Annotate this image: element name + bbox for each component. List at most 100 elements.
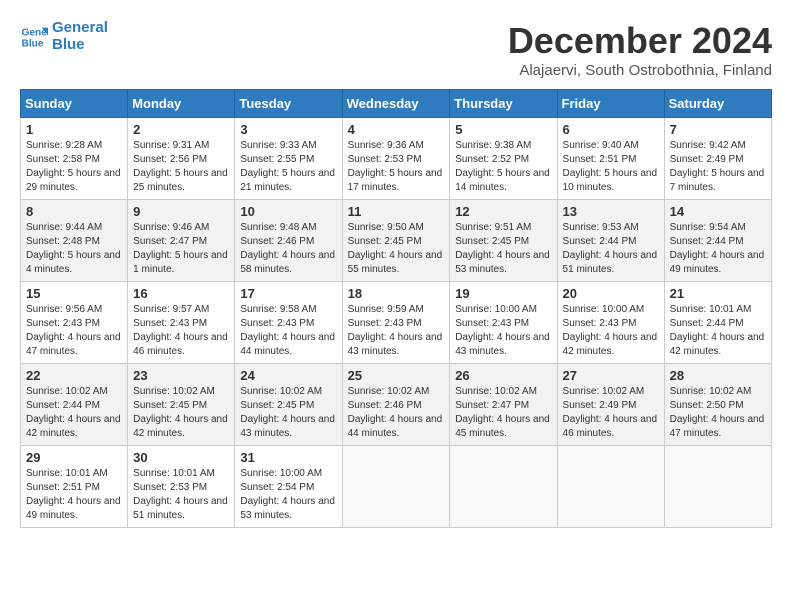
day-number: 10: [240, 204, 336, 219]
day-cell: 30 Sunrise: 10:01 AMSunset: 2:53 PMDaylig…: [128, 446, 235, 528]
logo-blue: Blue: [52, 37, 108, 54]
day-info: Sunrise: 9:50 AMSunset: 2:45 PMDaylight:…: [348, 221, 445, 277]
day-number: 6: [563, 122, 659, 137]
day-cell: 28 Sunrise: 10:02 AMSunset: 2:50 PMDaylig…: [664, 364, 771, 446]
day-cell: 13Sunrise: 9:53 AMSunset: 2:44 PMDayligh…: [557, 200, 664, 282]
day-info: Sunrise: 10:01 AMSunset: 2:51 PMDaylight…: [26, 467, 122, 523]
day-cell: 16 Sunrise: 9:57 AMSunset: 2:43 PMDayligh…: [128, 282, 235, 364]
day-cell: [664, 446, 771, 528]
day-number: 20: [563, 286, 659, 301]
day-cell: 4 Sunrise: 9:36 AMSunset: 2:53 PMDaylight…: [342, 118, 450, 200]
day-info: Sunrise: 9:57 AMSunset: 2:43 PMDaylight:…: [133, 303, 229, 359]
header-day-monday: Monday: [128, 90, 235, 118]
day-cell: 12 Sunrise: 9:51 AMSunset: 2:45 PMDayligh…: [450, 200, 557, 282]
day-number: 7: [670, 122, 766, 137]
calendar-body: 1 Sunrise: 9:28 AMSunset: 2:58 PMDaylight…: [21, 118, 772, 528]
day-number: 28: [670, 368, 766, 383]
day-info: Sunrise: 9:58 AMSunset: 2:43 PMDaylight:…: [240, 303, 336, 359]
day-cell: 27 Sunrise: 10:02 AMSunset: 2:49 PMDaylig…: [557, 364, 664, 446]
day-cell: 3 Sunrise: 9:33 AMSunset: 2:55 PMDaylight…: [235, 118, 342, 200]
day-info: Sunrise: 9:59 AMSunset: 2:43 PMDaylight:…: [348, 303, 445, 359]
day-number: 16: [133, 286, 229, 301]
day-number: 23: [133, 368, 229, 383]
day-info: Sunrise: 10:02 AMSunset: 2:50 PMDaylight…: [670, 385, 766, 441]
day-info: Sunrise: 10:01 AMSunset: 2:44 PMDaylight…: [670, 303, 766, 359]
week-row-2: 8Sunrise: 9:44 AMSunset: 2:48 PMDaylight…: [21, 200, 772, 282]
day-info: Sunrise: 9:46 AMSunset: 2:47 PMDaylight:…: [133, 221, 229, 277]
week-row-3: 15 Sunrise: 9:56 AMSunset: 2:43 PMDayligh…: [21, 282, 772, 364]
day-number: 5: [455, 122, 551, 137]
day-info: Sunrise: 9:31 AMSunset: 2:56 PMDaylight:…: [133, 139, 229, 195]
calendar-header-row: SundayMondayTuesdayWednesdayThursdayFrid…: [21, 90, 772, 118]
day-number: 17: [240, 286, 336, 301]
day-number: 1: [26, 122, 122, 137]
day-info: Sunrise: 9:54 AMSunset: 2:44 PMDaylight:…: [670, 221, 766, 277]
day-info: Sunrise: 10:00 AMSunset: 2:54 PMDaylight…: [240, 467, 336, 523]
day-cell: 29 Sunrise: 10:01 AMSunset: 2:51 PMDaylig…: [21, 446, 128, 528]
day-number: 3: [240, 122, 336, 137]
day-number: 24: [240, 368, 336, 383]
day-number: 22: [26, 368, 122, 383]
day-number: 27: [563, 368, 659, 383]
day-info: Sunrise: 10:02 AMSunset: 2:46 PMDaylight…: [348, 385, 445, 441]
day-info: Sunrise: 10:02 AMSunset: 2:47 PMDaylight…: [455, 385, 551, 441]
day-cell: 9Sunrise: 9:46 AMSunset: 2:47 PMDaylight…: [128, 200, 235, 282]
day-cell: 8Sunrise: 9:44 AMSunset: 2:48 PMDaylight…: [21, 200, 128, 282]
day-cell: 6Sunrise: 9:40 AMSunset: 2:51 PMDaylight…: [557, 118, 664, 200]
day-info: Sunrise: 10:02 AMSunset: 2:45 PMDaylight…: [133, 385, 229, 441]
day-cell: 23 Sunrise: 10:02 AMSunset: 2:45 PMDaylig…: [128, 364, 235, 446]
day-number: 29: [26, 450, 122, 465]
header-day-thursday: Thursday: [450, 90, 557, 118]
day-info: Sunrise: 10:01 AMSunset: 2:53 PMDaylight…: [133, 467, 229, 523]
location-subtitle: Alajaervi, South Ostrobothnia, Finland: [508, 62, 772, 79]
day-info: Sunrise: 10:00 AMSunset: 2:43 PMDaylight…: [563, 303, 659, 359]
day-info: Sunrise: 9:42 AMSunset: 2:49 PMDaylight:…: [670, 139, 766, 195]
day-info: Sunrise: 9:56 AMSunset: 2:43 PMDaylight:…: [26, 303, 122, 359]
day-cell: 31 Sunrise: 10:00 AMSunset: 2:54 PMDaylig…: [235, 446, 342, 528]
day-cell: [450, 446, 557, 528]
day-number: 4: [348, 122, 445, 137]
day-cell: 14Sunrise: 9:54 AMSunset: 2:44 PMDayligh…: [664, 200, 771, 282]
day-cell: 2 Sunrise: 9:31 AMSunset: 2:56 PMDaylight…: [128, 118, 235, 200]
day-info: Sunrise: 9:48 AMSunset: 2:46 PMDaylight:…: [240, 221, 336, 277]
day-cell: 19Sunrise: 10:00 AMSunset: 2:43 PMDaylig…: [450, 282, 557, 364]
day-number: 30: [133, 450, 229, 465]
day-cell: 21 Sunrise: 10:01 AMSunset: 2:44 PMDaylig…: [664, 282, 771, 364]
day-cell: 1 Sunrise: 9:28 AMSunset: 2:58 PMDaylight…: [21, 118, 128, 200]
header: General Blue General Blue December 2024 …: [20, 20, 772, 79]
logo: General Blue General Blue: [20, 20, 108, 53]
svg-text:Blue: Blue: [22, 38, 44, 49]
day-cell: 17 Sunrise: 9:58 AMSunset: 2:43 PMDayligh…: [235, 282, 342, 364]
header-day-tuesday: Tuesday: [235, 90, 342, 118]
header-day-wednesday: Wednesday: [342, 90, 450, 118]
day-number: 12: [455, 204, 551, 219]
day-cell: 18Sunrise: 9:59 AMSunset: 2:43 PMDayligh…: [342, 282, 450, 364]
day-info: Sunrise: 9:36 AMSunset: 2:53 PMDaylight:…: [348, 139, 445, 195]
header-day-sunday: Sunday: [21, 90, 128, 118]
day-number: 13: [563, 204, 659, 219]
day-cell: 10 Sunrise: 9:48 AMSunset: 2:46 PMDayligh…: [235, 200, 342, 282]
day-cell: 20 Sunrise: 10:00 AMSunset: 2:43 PMDaylig…: [557, 282, 664, 364]
day-number: 8: [26, 204, 122, 219]
day-cell: 15 Sunrise: 9:56 AMSunset: 2:43 PMDayligh…: [21, 282, 128, 364]
day-cell: 22Sunrise: 10:02 AMSunset: 2:44 PMDaylig…: [21, 364, 128, 446]
header-day-friday: Friday: [557, 90, 664, 118]
day-number: 15: [26, 286, 122, 301]
day-info: Sunrise: 9:28 AMSunset: 2:58 PMDaylight:…: [26, 139, 122, 195]
day-number: 25: [348, 368, 445, 383]
logo-icon: General Blue: [20, 23, 48, 51]
day-info: Sunrise: 10:02 AMSunset: 2:49 PMDaylight…: [563, 385, 659, 441]
day-info: Sunrise: 10:00 AMSunset: 2:43 PMDaylight…: [455, 303, 551, 359]
week-row-5: 29 Sunrise: 10:01 AMSunset: 2:51 PMDaylig…: [21, 446, 772, 528]
day-number: 31: [240, 450, 336, 465]
day-cell: 11Sunrise: 9:50 AMSunset: 2:45 PMDayligh…: [342, 200, 450, 282]
day-cell: 26 Sunrise: 10:02 AMSunset: 2:47 PMDaylig…: [450, 364, 557, 446]
day-info: Sunrise: 9:51 AMSunset: 2:45 PMDaylight:…: [455, 221, 551, 277]
day-cell: 7 Sunrise: 9:42 AMSunset: 2:49 PMDaylight…: [664, 118, 771, 200]
header-day-saturday: Saturday: [664, 90, 771, 118]
day-number: 21: [670, 286, 766, 301]
day-cell: 5Sunrise: 9:38 AMSunset: 2:52 PMDaylight…: [450, 118, 557, 200]
day-number: 26: [455, 368, 551, 383]
day-number: 2: [133, 122, 229, 137]
day-info: Sunrise: 9:33 AMSunset: 2:55 PMDaylight:…: [240, 139, 336, 195]
